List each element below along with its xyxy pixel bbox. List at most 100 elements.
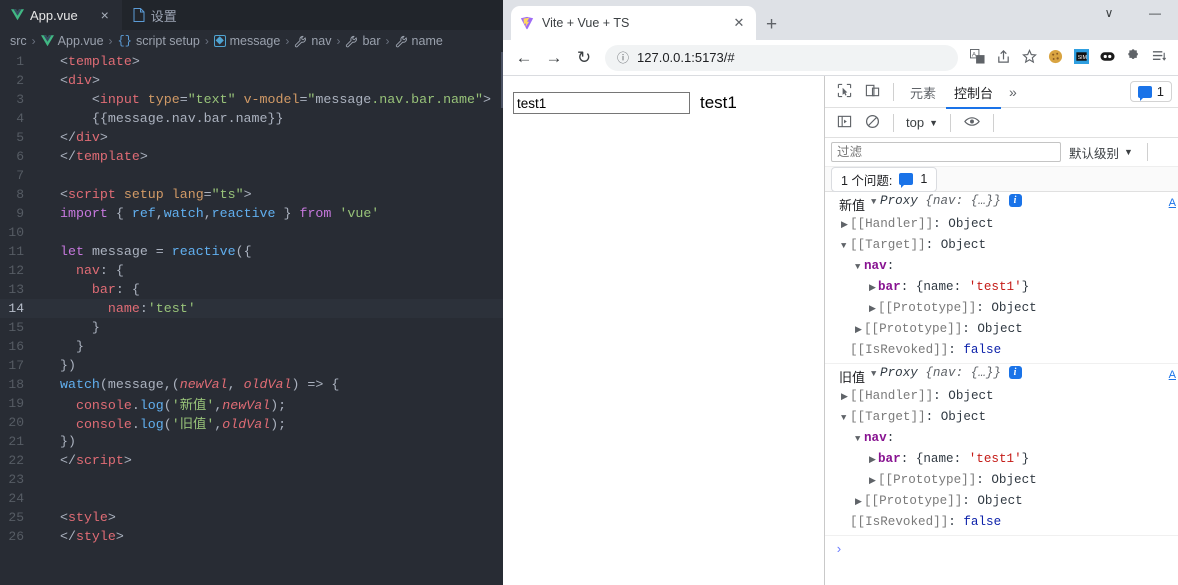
code-line[interactable]: 4 {{message.nav.bar.name}} (0, 109, 503, 128)
log-value[interactable]: ▼ Proxy {nav: {…}} i (871, 366, 1022, 380)
breadcrumb-item-app-vue[interactable]: App.vue (40, 34, 104, 48)
object-tree-row[interactable]: ▶ [[Prototype]]: Object (825, 470, 1178, 491)
object-tree-row[interactable]: ▼ nav: (825, 256, 1178, 277)
object-tree-row[interactable]: ▶ [[Prototype]]: Object (825, 491, 1178, 512)
expand-arrow-icon[interactable]: ▶ (869, 299, 878, 319)
cookie-icon[interactable] (1042, 49, 1068, 67)
console-prompt[interactable]: › (825, 536, 1178, 557)
code-editor-area[interactable]: 1 <template> 2 <div> 3 <input type="text" v-… (0, 52, 503, 585)
share-icon[interactable] (990, 49, 1016, 67)
object-tree-row[interactable]: ▼ [[Target]]: Object (825, 235, 1178, 256)
sim-extension-icon[interactable]: SIM (1068, 48, 1094, 67)
breadcrumb-item-name[interactable]: name (395, 34, 443, 48)
editor-tab-settings[interactable]: 设置 × (121, 0, 221, 30)
expand-arrow-icon[interactable]: ▶ (841, 387, 850, 407)
editor-tab-app-vue[interactable]: App.vue × (0, 0, 122, 30)
new-tab-button[interactable]: + (766, 15, 777, 34)
object-tree-row[interactable]: ▶ [[Handler]]: Object (825, 214, 1178, 235)
minimize-icon[interactable]: — (1132, 6, 1178, 20)
code-line[interactable]: 15 } (0, 318, 503, 337)
object-tree-row[interactable]: [[IsRevoked]]: false (825, 340, 1178, 360)
address-bar[interactable]: ⓘ 127.0.0.1:5173/# (605, 44, 958, 71)
code-line[interactable]: 25 <style> (0, 508, 503, 527)
expand-arrow-icon[interactable]: ▼ (841, 408, 850, 428)
expand-arrow-icon[interactable]: ▶ (855, 492, 864, 512)
code-line[interactable]: 24 (0, 489, 503, 508)
message-name-input[interactable] (513, 92, 690, 114)
code-line[interactable]: 1 <template> (0, 52, 503, 71)
code-line[interactable]: 19 console.log('新值',newVal); (0, 394, 503, 413)
code-line[interactable]: 20 console.log('旧值',oldVal); (0, 413, 503, 432)
code-line[interactable]: 12 nav: { (0, 261, 503, 280)
tab-elements[interactable]: 元素 (902, 76, 944, 108)
breadcrumb-item-script-setup[interactable]: {} script setup (118, 34, 200, 48)
translate-icon[interactable]: A (964, 48, 990, 67)
breadcrumb-item-nav[interactable]: nav (294, 34, 331, 48)
code-line[interactable]: 2 <div> (0, 71, 503, 90)
info-icon[interactable]: i (1008, 194, 1022, 207)
code-line[interactable]: 6 </template> (0, 147, 503, 166)
clear-console-icon[interactable] (859, 114, 885, 132)
info-icon[interactable]: i (1008, 366, 1022, 379)
log-source-link[interactable]: A (1169, 197, 1176, 209)
object-tree-row[interactable]: ▼ nav: (825, 428, 1178, 449)
object-tree-row[interactable]: ▶ [[Prototype]]: Object (825, 319, 1178, 340)
code-line[interactable]: 16 } (0, 337, 503, 356)
expand-arrow-icon[interactable]: ▼ (841, 236, 850, 256)
object-tree-row[interactable]: ▼ [[Target]]: Object (825, 407, 1178, 428)
device-toolbar-icon[interactable] (859, 83, 885, 101)
expand-arrow-icon[interactable]: ▼ (871, 197, 880, 207)
live-expression-eye-icon[interactable] (959, 114, 985, 132)
editor-tab-close-icon[interactable]: × (197, 8, 211, 22)
expand-arrow-icon[interactable]: ▶ (869, 278, 878, 298)
browser-tab-vite-vue-ts[interactable]: Vite + Vue + TS ✕ (511, 6, 756, 40)
expand-arrow-icon[interactable]: ▶ (869, 471, 878, 491)
message-count-badge[interactable]: 1 (1129, 81, 1172, 102)
expand-arrow-icon[interactable]: ▼ (871, 369, 880, 379)
code-line[interactable]: 23 (0, 470, 503, 489)
code-line[interactable]: 3 <input type="text" v-model="message.na… (0, 90, 503, 109)
console-output[interactable]: 新值 ▼ Proxy {nav: {…}} i ▶ [[Handler]]: Objec… (825, 192, 1178, 585)
dark-oval-extension-icon[interactable] (1094, 49, 1120, 67)
breadcrumb-item-src[interactable]: src (10, 34, 27, 48)
code-line[interactable]: 7 (0, 166, 503, 185)
code-line[interactable]: 17}) (0, 356, 503, 375)
code-line[interactable]: 26 </style> (0, 527, 503, 546)
code-line[interactable]: 9 import { ref,watch,reactive } from 'vue… (0, 204, 503, 223)
code-line[interactable]: 18 watch(message,(newVal, oldVal) => { (0, 375, 503, 394)
console-log-entry[interactable]: 旧值 ▼ Proxy {nav: {…}} i ▶ [[Handler]]: Objec… (825, 364, 1178, 536)
issues-pill[interactable]: 1 个问题: 1 (831, 166, 938, 192)
site-info-icon[interactable]: ⓘ (617, 49, 629, 66)
code-line[interactable]: 13 bar: { (0, 280, 503, 299)
code-line[interactable]: 21}) (0, 432, 503, 451)
object-tree-row[interactable]: ▶ [[Handler]]: Object (825, 386, 1178, 407)
log-value[interactable]: ▼ Proxy {nav: {…}} i (871, 194, 1022, 208)
execution-context-selector[interactable]: top ▼ (902, 115, 942, 130)
code-line[interactable]: 14 name:'test' (0, 299, 503, 318)
inspect-element-icon[interactable] (831, 83, 857, 101)
editor-tab-close-icon[interactable]: × (98, 8, 112, 22)
breadcrumb-item-message[interactable]: ◆ message (213, 34, 280, 48)
expand-arrow-icon[interactable]: ▶ (869, 450, 878, 470)
console-log-entry[interactable]: 新值 ▼ Proxy {nav: {…}} i ▶ [[Handler]]: Objec… (825, 192, 1178, 364)
expand-arrow-icon[interactable]: ▼ (855, 429, 864, 449)
close-icon[interactable]: ✕ (731, 15, 747, 31)
object-tree-row[interactable]: [[IsRevoked]]: false (825, 512, 1178, 532)
code-line[interactable]: 5 </div> (0, 128, 503, 147)
bookmark-star-icon[interactable] (1016, 48, 1042, 67)
object-tree-row[interactable]: ▶ bar: {name: 'test1'} (825, 277, 1178, 298)
puzzle-extension-icon[interactable] (1120, 48, 1146, 67)
more-tabs-icon[interactable]: » (1003, 84, 1023, 100)
code-line[interactable]: 8 <script setup lang="ts"> (0, 185, 503, 204)
back-button[interactable]: ← (509, 48, 539, 68)
filter-input[interactable] (831, 142, 1061, 162)
forward-button[interactable]: → (539, 48, 569, 68)
object-tree-row[interactable]: ▶ bar: {name: 'test1'} (825, 449, 1178, 470)
chevron-down-icon[interactable]: ∨ (1086, 6, 1132, 20)
menu-icon[interactable] (1146, 49, 1172, 67)
log-source-link[interactable]: A (1169, 369, 1176, 381)
expand-arrow-icon[interactable]: ▶ (841, 215, 850, 235)
expand-arrow-icon[interactable]: ▶ (855, 320, 864, 340)
tab-console[interactable]: 控制台 (946, 76, 1002, 109)
code-line[interactable]: 10 (0, 223, 503, 242)
